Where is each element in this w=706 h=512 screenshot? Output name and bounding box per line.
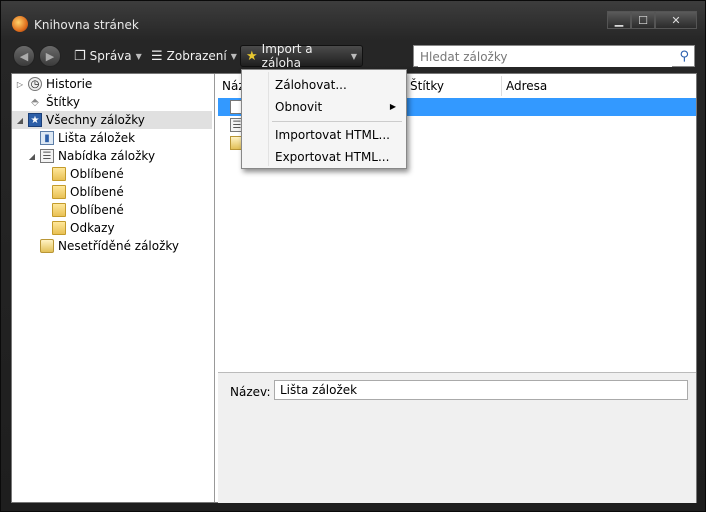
minimize-button[interactable]: ▁ (607, 11, 631, 29)
search-box[interactable]: ⚲ (413, 45, 695, 67)
menu-item-import-html[interactable]: Importovat HTML... (242, 124, 406, 146)
tree-item-label: Oblíbené (70, 185, 124, 199)
folder-icon (52, 185, 66, 199)
tree-item-label: Oblíbené (70, 203, 124, 217)
menu-separator (272, 121, 402, 122)
tree-item-label: Oblíbené (70, 167, 124, 181)
tree-item-links[interactable]: Odkazy (40, 219, 115, 237)
expand-arrow-icon[interactable]: ▷ (16, 80, 24, 89)
tree-item-label: Nabídka záložky (58, 149, 156, 163)
views-icon: ☰ (151, 48, 163, 64)
tree-item-unsorted-bookmarks[interactable]: Nesetříděné záložky (28, 237, 179, 255)
manage-button[interactable]: ❐ Správa ▼ (69, 45, 147, 67)
name-field[interactable]: Lišta záložek (274, 380, 688, 400)
maximize-button[interactable]: ☐ (631, 11, 655, 29)
menu-item-restore[interactable]: Obnovit ▶ (242, 96, 406, 118)
views-label: Zobrazení (166, 49, 227, 63)
back-arrow-icon: ◀ (19, 49, 29, 63)
tree-item-label: Lišta záložek (58, 131, 136, 145)
folder-tree: ▷ ◷ Historie ⬘ Štítky ◢ ★ Všechny záložk… (12, 74, 215, 502)
tree-item-label: Štítky (46, 95, 80, 109)
firefox-icon (12, 16, 28, 32)
back-button[interactable]: ◀ (13, 45, 35, 67)
tree-item-label: Odkazy (70, 221, 115, 235)
window-title: Knihovna stránek (34, 18, 139, 32)
forward-arrow-icon: ▶ (45, 49, 55, 63)
search-icon[interactable]: ⚲ (679, 49, 689, 64)
tree-item-all-bookmarks[interactable]: ◢ ★ Všechny záložky (12, 111, 212, 129)
close-icon: ✕ (671, 13, 681, 27)
collapse-arrow-icon[interactable]: ◢ (28, 152, 36, 161)
toolbar-folder-icon: ▮ (40, 131, 54, 145)
name-field-label: Název: (230, 385, 271, 399)
chevron-down-icon: ▼ (350, 51, 357, 61)
folder-icon (52, 221, 66, 235)
chevron-down-icon: ▼ (135, 51, 142, 61)
minimize-icon: ▁ (614, 13, 624, 27)
maximize-icon: ☐ (638, 13, 648, 27)
collapse-arrow-icon[interactable]: ◢ (16, 116, 24, 125)
tree-item-favorites-2[interactable]: Oblíbené (40, 183, 124, 201)
search-input[interactable] (418, 47, 672, 67)
tree-item-favorites-3[interactable]: Oblíbené (40, 201, 124, 219)
toolbar: ◀ ▶ ❐ Správa ▼ ☰ Zobrazení ▼ ★ Import a … (9, 41, 699, 71)
folder-icon (52, 167, 66, 181)
close-button[interactable]: ✕ (655, 11, 697, 29)
details-pane: Název: Lišta záložek (218, 372, 696, 503)
tree-item-label: Všechny záložky (46, 113, 145, 127)
tree-item-label: Nesetříděné záložky (58, 239, 180, 253)
menu-folder-icon: ☰ (40, 149, 54, 163)
tree-item-bookmarks-toolbar[interactable]: ▮ Lišta záložek (28, 129, 135, 147)
tree-item-label: Historie (46, 77, 93, 91)
chevron-down-icon: ▼ (230, 51, 237, 61)
import-backup-button[interactable]: ★ Import a záloha ▼ (240, 42, 363, 70)
window-controls: ▁ ☐ ✕ (607, 11, 697, 29)
forward-button[interactable]: ▶ (39, 45, 61, 67)
manage-label: Správa (89, 49, 132, 63)
clock-icon: ◷ (28, 77, 42, 91)
column-header-tags[interactable]: Štítky (406, 76, 502, 96)
tree-item-bookmarks-menu[interactable]: ◢ ☰ Nabídka záložky (28, 147, 155, 165)
tree-item-favorites-1[interactable]: Oblíbené (40, 165, 124, 183)
menu-item-label: Obnovit (275, 100, 323, 114)
tree-item-tags[interactable]: ⬘ Štítky (16, 93, 80, 111)
import-star-icon: ★ (246, 48, 258, 64)
library-window: Knihovna stránek ▁ ☐ ✕ ◀ ▶ ❐ Správa ▼ ☰ … (0, 0, 706, 512)
import-backup-label: Import a záloha (261, 42, 313, 70)
menu-item-export-html[interactable]: Exportovat HTML... (242, 146, 406, 168)
column-header-address[interactable]: Adresa (502, 76, 696, 96)
bookmark-star-icon: ★ (28, 113, 42, 127)
import-backup-menu: Zálohovat... Obnovit ▶ Importovat HTML..… (241, 69, 407, 169)
folder-icon (52, 203, 66, 217)
tree-item-history[interactable]: ▷ ◷ Historie (16, 75, 92, 93)
submenu-arrow-icon: ▶ (389, 102, 396, 111)
tag-icon: ⬘ (31, 96, 39, 108)
menu-item-backup[interactable]: Zálohovat... (242, 74, 406, 96)
unsorted-folder-icon (40, 239, 54, 253)
manage-icon: ❐ (74, 48, 86, 64)
views-button[interactable]: ☰ Zobrazení ▼ (146, 45, 242, 67)
title-bar: Knihovna stránek ▁ ☐ ✕ (1, 1, 705, 39)
